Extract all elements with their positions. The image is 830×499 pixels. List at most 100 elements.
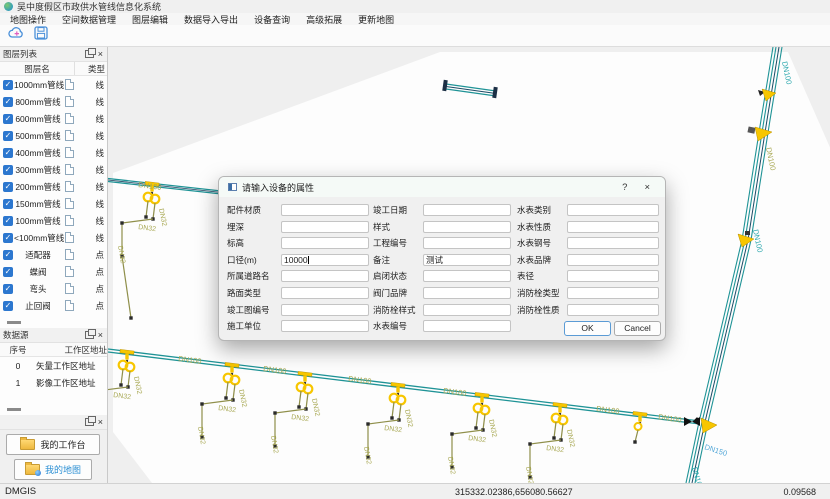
layer-panel-titlebar: 图层列表 × bbox=[0, 47, 107, 62]
layer-row[interactable]: ✓200mm管线线 bbox=[0, 178, 107, 195]
my-map-button[interactable]: 我的地图 bbox=[14, 459, 92, 480]
layer-row[interactable]: ✓600mm管线线 bbox=[0, 110, 107, 127]
panel-float-icon[interactable] bbox=[85, 418, 94, 426]
layer-row[interactable]: ✓150mm管线线 bbox=[0, 195, 107, 212]
field-input-水表品牌[interactable] bbox=[567, 254, 659, 266]
cloud-download-icon[interactable] bbox=[8, 26, 25, 45]
field-input-阀门品牌[interactable] bbox=[423, 287, 511, 299]
layer-name: 弯头 bbox=[14, 283, 62, 295]
document-icon bbox=[65, 300, 74, 311]
menu-item-地图操作[interactable]: 地图操作 bbox=[2, 13, 54, 26]
field-input-水表性质[interactable] bbox=[567, 221, 659, 233]
panel-float-icon[interactable] bbox=[85, 50, 94, 58]
checkbox-checked-icon[interactable]: ✓ bbox=[3, 182, 13, 192]
layer-row[interactable]: ✓300mm管线线 bbox=[0, 161, 107, 178]
field-label-埋深: 埋深 bbox=[227, 221, 281, 233]
menu-item-图层编辑[interactable]: 图层编辑 bbox=[124, 13, 176, 26]
checkbox-checked-icon[interactable]: ✓ bbox=[3, 148, 13, 158]
field-input-施工单位[interactable] bbox=[281, 320, 369, 332]
field-input-样式[interactable] bbox=[423, 221, 511, 233]
field-input-所属道路名[interactable] bbox=[281, 270, 369, 282]
field-input-口径(m)[interactable]: 10000 bbox=[281, 254, 369, 266]
field-input-路面类型[interactable] bbox=[281, 287, 369, 299]
field-input-竣工日期[interactable] bbox=[423, 204, 511, 216]
field-input-消防栓性质[interactable] bbox=[567, 304, 659, 316]
dialog-field-row: 消防栓类型 bbox=[517, 287, 659, 299]
field-input-配件材质[interactable] bbox=[281, 204, 369, 216]
layer-row[interactable]: ✓100mm管线线 bbox=[0, 212, 107, 229]
checkbox-checked-icon[interactable]: ✓ bbox=[3, 165, 13, 175]
datasource-row[interactable]: 1影像工作区地址 bbox=[0, 374, 107, 391]
field-input-启闭状态[interactable] bbox=[423, 270, 511, 282]
field-label-消防栓样式: 消防栓样式 bbox=[373, 304, 423, 316]
dialog-help-button[interactable]: ? bbox=[616, 182, 633, 193]
checkbox-checked-icon[interactable]: ✓ bbox=[3, 267, 13, 277]
layer-rows: ✓1000mm管线线✓800mm管线线✓600mm管线线✓500mm管线线✓40… bbox=[0, 76, 107, 314]
menu-item-更新地图[interactable]: 更新地图 bbox=[350, 13, 402, 26]
layer-name: 1000mm管线 bbox=[14, 79, 62, 91]
checkbox-checked-icon[interactable]: ✓ bbox=[3, 216, 13, 226]
dialog-field-row: 表径 bbox=[517, 270, 659, 282]
field-input-竣工图编号[interactable] bbox=[281, 304, 369, 316]
field-input-消防栓类型[interactable] bbox=[567, 287, 659, 299]
dialog-field-row: 水表编号 bbox=[373, 320, 511, 332]
dialog-titlebar[interactable]: 请输入设备的属性 ? × bbox=[219, 177, 665, 197]
layer-type: 线 bbox=[74, 164, 107, 176]
checkbox-checked-icon[interactable]: ✓ bbox=[3, 199, 13, 209]
checkbox-checked-icon[interactable]: ✓ bbox=[3, 114, 13, 124]
checkbox-checked-icon[interactable]: ✓ bbox=[3, 233, 13, 243]
layer-hscrollbar[interactable] bbox=[7, 321, 21, 324]
column-layer-type: 类型 bbox=[74, 62, 107, 75]
layer-row[interactable]: ✓800mm管线线 bbox=[0, 93, 107, 110]
layer-row[interactable]: ✓400mm管线线 bbox=[0, 144, 107, 161]
panel-close-icon[interactable]: × bbox=[97, 418, 104, 426]
document-icon bbox=[65, 130, 74, 141]
layer-row[interactable]: ✓适配器点 bbox=[0, 246, 107, 263]
field-input-工程编号[interactable] bbox=[423, 237, 511, 249]
cancel-button[interactable]: Cancel bbox=[614, 321, 661, 336]
checkbox-checked-icon[interactable]: ✓ bbox=[3, 284, 13, 294]
layer-row[interactable]: ✓蝶阀点 bbox=[0, 263, 107, 280]
checkbox-checked-icon[interactable]: ✓ bbox=[3, 80, 13, 90]
field-label-表径: 表径 bbox=[517, 270, 567, 282]
dialog-close-icon[interactable]: × bbox=[638, 182, 656, 193]
layer-row[interactable]: ✓弯头点 bbox=[0, 280, 107, 297]
dialog-field-row: 水表性质 bbox=[517, 221, 659, 233]
menu-item-设备查询[interactable]: 设备查询 bbox=[246, 13, 298, 26]
checkbox-checked-icon[interactable]: ✓ bbox=[3, 250, 13, 260]
document-icon bbox=[65, 198, 74, 209]
field-input-标高[interactable] bbox=[281, 237, 369, 249]
field-input-水表类别[interactable] bbox=[567, 204, 659, 216]
layer-type: 线 bbox=[74, 181, 107, 193]
panel-close-icon[interactable]: × bbox=[97, 331, 104, 339]
menu-item-空间数据管理[interactable]: 空间数据管理 bbox=[54, 13, 124, 26]
datasource-index: 0 bbox=[0, 361, 36, 371]
my-workbench-button[interactable]: 我的工作台 bbox=[6, 434, 100, 455]
checkbox-checked-icon[interactable]: ✓ bbox=[3, 97, 13, 107]
field-input-水表编号[interactable] bbox=[423, 320, 511, 332]
field-input-水表钢号[interactable] bbox=[567, 237, 659, 249]
dialog-column-3: 水表类别水表性质水表钢号水表品牌表径消防栓类型消防栓性质 bbox=[517, 204, 659, 320]
field-input-表径[interactable] bbox=[567, 270, 659, 282]
checkbox-checked-icon[interactable]: ✓ bbox=[3, 301, 13, 311]
menu-item-高级拓展[interactable]: 高级拓展 bbox=[298, 13, 350, 26]
document-icon bbox=[65, 96, 74, 107]
save-icon[interactable] bbox=[34, 26, 48, 45]
datasource-row[interactable]: 0矢量工作区地址 bbox=[0, 357, 107, 374]
dialog-field-row: 水表类别 bbox=[517, 204, 659, 216]
workspace-panel-titlebar: × bbox=[0, 415, 107, 430]
layer-row[interactable]: ✓止回阀点 bbox=[0, 297, 107, 314]
panel-close-icon[interactable]: × bbox=[97, 50, 104, 58]
field-input-消防栓样式[interactable] bbox=[423, 304, 511, 316]
datasource-panel-titlebar: 数据源 × bbox=[0, 328, 107, 343]
panel-float-icon[interactable] bbox=[85, 331, 94, 339]
layer-row[interactable]: ✓500mm管线线 bbox=[0, 127, 107, 144]
layer-row[interactable]: ✓<100mm管线线 bbox=[0, 229, 107, 246]
ok-button[interactable]: OK bbox=[564, 321, 611, 336]
layer-row[interactable]: ✓1000mm管线线 bbox=[0, 76, 107, 93]
checkbox-checked-icon[interactable]: ✓ bbox=[3, 131, 13, 141]
field-input-埋深[interactable] bbox=[281, 221, 369, 233]
menu-item-数据导入导出[interactable]: 数据导入导出 bbox=[176, 13, 246, 26]
datasource-hscrollbar[interactable] bbox=[7, 408, 21, 411]
field-input-备注[interactable]: 测试 bbox=[423, 254, 511, 266]
